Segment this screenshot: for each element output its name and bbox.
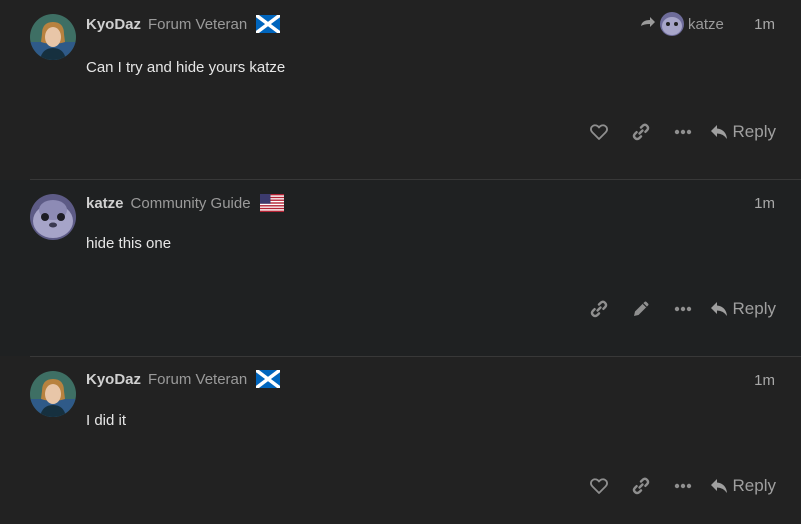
more-icon[interactable] <box>662 118 704 146</box>
post-meta: KyoDaz Forum Veteran <box>86 13 282 35</box>
username[interactable]: KyoDaz <box>86 371 141 388</box>
reply-arrow-icon <box>641 17 655 27</box>
scotland-flag-icon <box>255 368 282 390</box>
post-body: I did it <box>86 412 127 429</box>
reply-label: Reply <box>732 122 776 141</box>
user-title: Forum Veteran <box>148 370 248 388</box>
avatar[interactable] <box>30 371 76 417</box>
post-body: Can I try and hide yours katze <box>86 59 286 76</box>
avatar[interactable] <box>30 194 76 240</box>
link-icon[interactable] <box>620 472 662 500</box>
post-actions: Reply <box>578 472 776 500</box>
post-actions: Reply <box>578 295 776 323</box>
post-time[interactable]: 1m <box>754 372 775 389</box>
post-body: hide this one <box>86 235 172 252</box>
username[interactable]: katze <box>86 195 124 212</box>
heart-icon[interactable] <box>578 472 620 500</box>
reply-icon <box>710 125 727 139</box>
reply-to-avatar <box>660 12 684 36</box>
heart-icon[interactable] <box>578 118 620 146</box>
post-3: KyoDaz Forum Veteran 1m I did it Reply <box>0 357 801 524</box>
reply-icon <box>710 302 727 316</box>
scotland-flag-icon <box>255 13 282 35</box>
link-icon[interactable] <box>578 295 620 323</box>
user-title: Community Guide <box>130 194 251 212</box>
more-icon[interactable] <box>662 295 704 323</box>
post-meta: KyoDaz Forum Veteran <box>86 368 282 390</box>
post-2: katze Community Guide 1m hide this one R… <box>0 180 801 356</box>
reply-button[interactable]: Reply <box>710 122 776 142</box>
usa-flag-icon <box>259 194 284 212</box>
reply-to-indicator[interactable]: katze <box>640 12 724 36</box>
avatar[interactable] <box>30 14 76 60</box>
reply-to-username: katze <box>688 15 724 33</box>
more-icon[interactable] <box>662 472 704 500</box>
pencil-icon[interactable] <box>620 295 662 323</box>
username[interactable]: KyoDaz <box>86 16 141 33</box>
post-meta: katze Community Guide <box>86 192 284 214</box>
reply-button[interactable]: Reply <box>710 476 776 496</box>
post-actions: Reply <box>578 118 776 146</box>
reply-icon <box>710 479 727 493</box>
reply-label: Reply <box>732 476 776 495</box>
link-icon[interactable] <box>620 118 662 146</box>
user-title: Forum Veteran <box>148 15 248 33</box>
reply-button[interactable]: Reply <box>710 299 776 319</box>
reply-label: Reply <box>732 299 776 318</box>
post-1: KyoDaz Forum Veteran katze 1m Can I try … <box>0 0 801 180</box>
post-time[interactable]: 1m <box>754 195 775 212</box>
post-time[interactable]: 1m <box>754 16 775 33</box>
